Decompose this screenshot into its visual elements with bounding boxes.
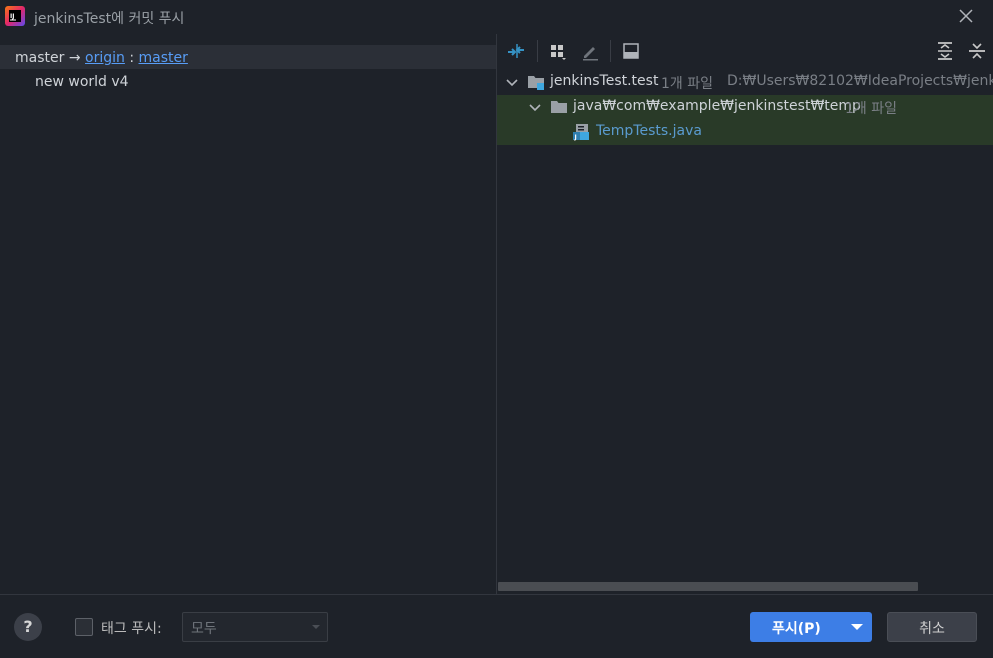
toolbar-separator [537,40,538,62]
preview-diff-icon[interactable] [621,41,641,61]
collapse-all-icon[interactable] [967,41,987,61]
horizontal-scrollbar[interactable] [498,582,918,591]
chevron-down-icon[interactable] [506,76,518,88]
remote-branch-link[interactable]: master [139,50,188,66]
push-button[interactable]: 푸시(P) [750,612,872,642]
group-by-icon[interactable] [548,41,568,61]
commit-list-item[interactable]: new world v4 [35,74,129,90]
branch-line: master → origin : master [15,50,188,66]
tree-file-row[interactable]: J TempTests.java [497,120,993,145]
module-icon [528,76,544,90]
tree-root-count: 1개 파일 [661,76,713,92]
arrow: → [68,50,81,66]
changes-toolbar [497,34,993,68]
title-bar: IJ jenkinsTest에 커밋 푸시 [0,0,993,34]
cancel-button-label: 취소 [919,621,945,637]
remote-link[interactable]: origin [85,50,125,66]
cancel-button[interactable]: 취소 [887,612,977,642]
dialog-footer: ? 태그 푸시: 모두 푸시(P) 취소 [0,594,993,658]
show-diff-icon[interactable] [506,41,526,61]
svg-text:J: J [574,134,577,141]
tree-file-label: TempTests.java [596,123,702,139]
tag-push-label[interactable]: 태그 푸시: [101,618,162,638]
tree-root-label: jenkinsTest.test [550,73,659,89]
tag-push-select-value: 모두 [191,621,217,637]
changes-pane: jenkinsTest.test 1개 파일 D:₩Users₩82102₩Id… [497,34,993,594]
tree-folder-count: 1개 파일 [845,101,897,117]
help-button[interactable]: ? [14,613,42,641]
java-test-file-icon: J [573,124,589,141]
svg-text:IJ: IJ [10,13,14,20]
push-button-label: 푸시(P) [772,621,821,637]
folder-icon [551,101,567,113]
tag-push-select[interactable]: 모두 [182,612,328,642]
chevron-down-icon [312,625,320,629]
tree-root-path: D:₩Users₩82102₩IdeaProjects₩jenkins [727,73,993,89]
branch-separator: : [129,50,135,66]
intellij-app-icon: IJ [5,6,25,26]
tree-root-row[interactable]: jenkinsTest.test 1개 파일 D:₩Users₩82102₩Id… [497,70,993,95]
commits-pane: master → origin : master new world v4 [0,34,496,594]
local-branch: master [15,50,65,66]
toolbar-separator [610,40,611,62]
edit-source-icon[interactable] [580,41,600,61]
tree-folder-row[interactable]: java₩com₩example₩jenkinstest₩temp 1개 파일 [497,95,993,120]
expand-all-icon[interactable] [935,41,955,61]
window-title: jenkinsTest에 커밋 푸시 [34,11,185,27]
push-dropdown-icon[interactable] [842,612,872,642]
tree-folder-label: java₩com₩example₩jenkinstest₩temp [573,98,861,114]
chevron-down-icon[interactable] [529,101,541,113]
close-icon[interactable] [956,6,976,26]
tag-push-checkbox[interactable] [75,618,93,636]
